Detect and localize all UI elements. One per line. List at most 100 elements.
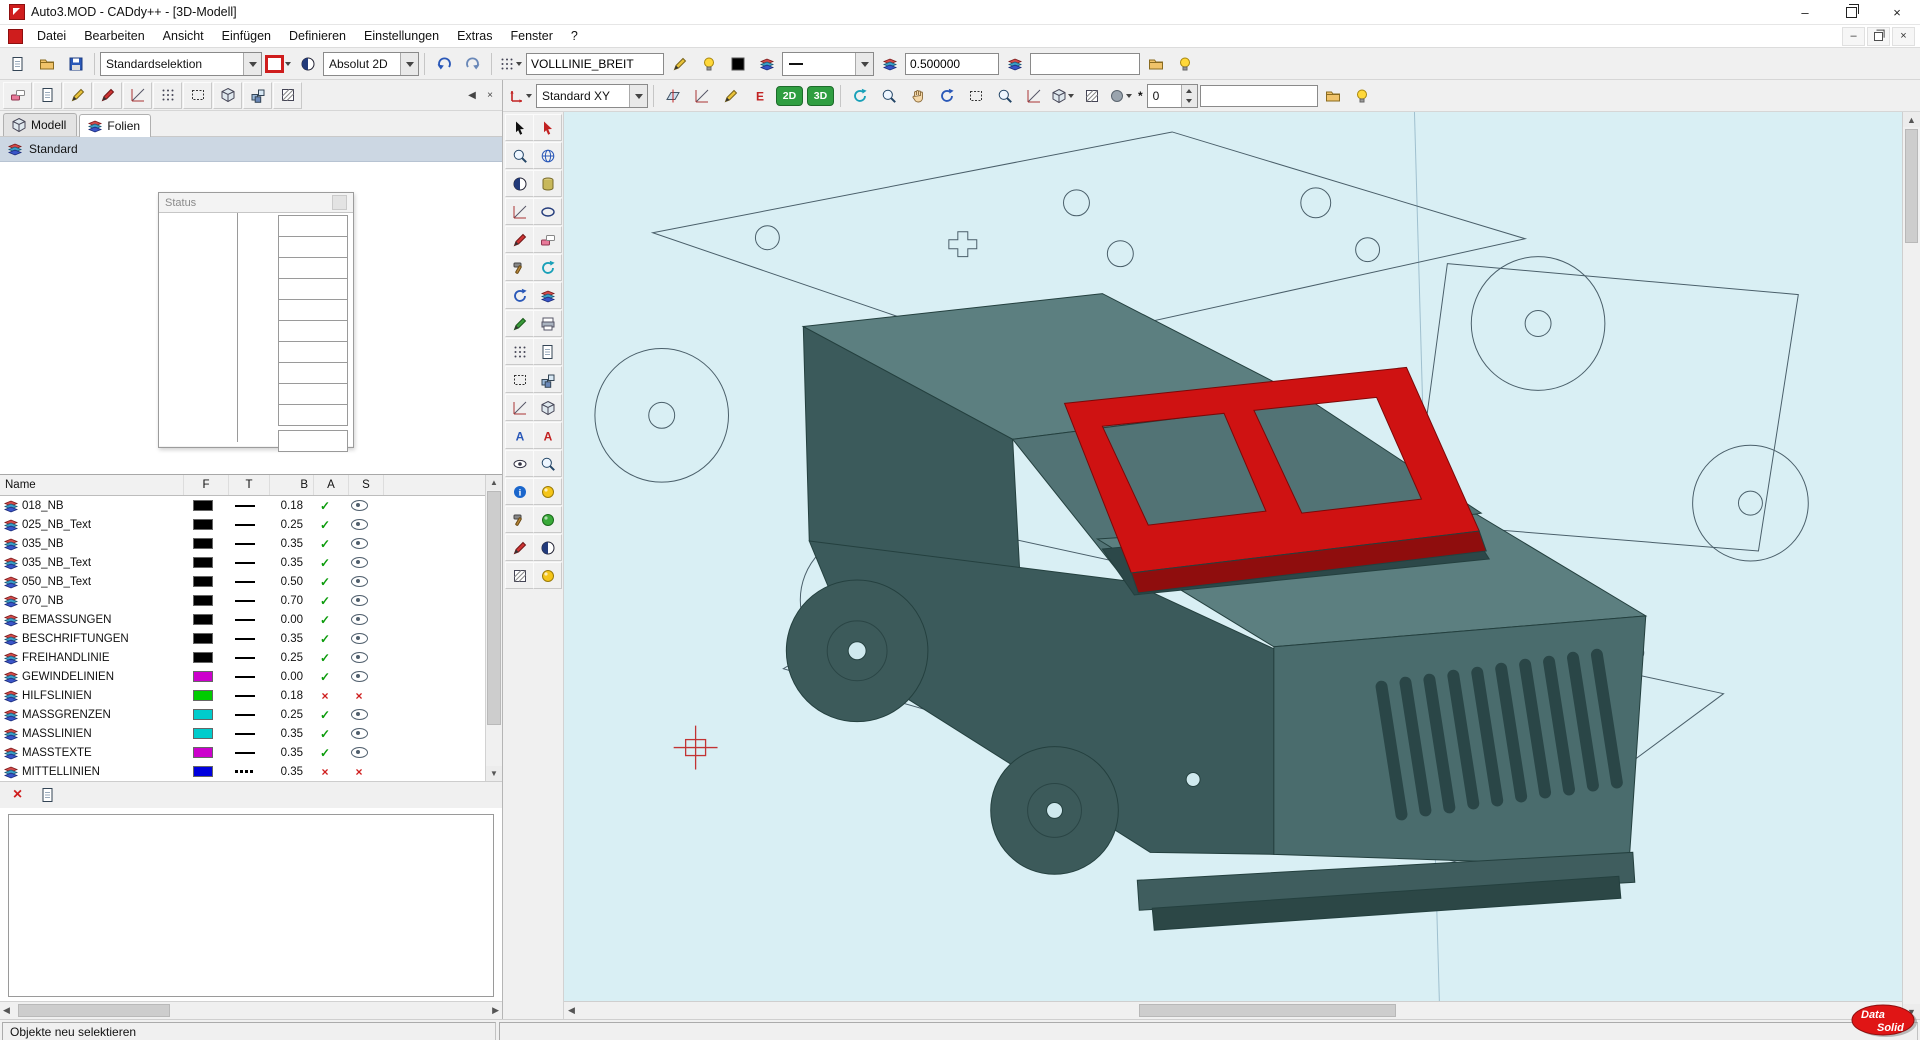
window-select-tool-icon[interactable] (505, 366, 534, 393)
layer-color-swatch[interactable] (193, 671, 213, 682)
scrollbar-thumb[interactable] (1905, 129, 1918, 243)
layer-active-check[interactable]: ✓ (320, 670, 330, 684)
menu-datei[interactable]: Datei (28, 27, 75, 45)
tab-modell[interactable]: Modell (3, 113, 77, 136)
layer-active-cross[interactable]: × (321, 765, 328, 779)
selection-mode-dropdown[interactable]: Standardselektion (100, 52, 262, 76)
browser-button[interactable] (1320, 83, 1347, 109)
assembly-tool-icon[interactable] (533, 394, 562, 421)
menu-extras[interactable]: Extras (448, 27, 501, 45)
extra-field[interactable] (1030, 53, 1140, 75)
layer-linetype[interactable] (235, 733, 255, 735)
column-header-color[interactable]: F (184, 475, 229, 495)
layer-row[interactable]: 025_NB_Text0.25✓ (0, 515, 502, 534)
scroll-down-icon[interactable]: ▼ (486, 766, 502, 781)
notes-box[interactable] (8, 814, 494, 997)
layer-color-swatch[interactable] (193, 690, 213, 701)
pattern-dropdown[interactable] (497, 51, 524, 77)
freehand-tool-icon[interactable] (505, 310, 534, 337)
restore-button[interactable] (1828, 0, 1874, 24)
render-mode-dropdown[interactable] (1107, 83, 1134, 109)
layer-visible-eye-icon[interactable] (351, 633, 368, 644)
hatch-button[interactable] (1078, 83, 1105, 109)
layer-active-check[interactable]: ✓ (320, 632, 330, 646)
measure-button[interactable] (1020, 83, 1047, 109)
zoom-detail-tool-icon[interactable] (533, 450, 562, 477)
ucs-dropdown[interactable] (507, 83, 534, 109)
linestyle-dropdown[interactable] (782, 52, 874, 76)
layer-active-check[interactable]: ✓ (320, 746, 330, 760)
model-canvas[interactable] (564, 112, 1902, 1002)
layer-color-swatch[interactable] (193, 747, 213, 758)
layer-color-swatch[interactable] (193, 538, 213, 549)
layer-visible-eye-icon[interactable] (351, 709, 368, 720)
layer-visible-eye-icon[interactable] (351, 519, 368, 530)
scrollbar-thumb[interactable] (487, 491, 501, 725)
layer-row[interactable]: MASSTEXTE0.35✓ (0, 743, 502, 762)
layer-hidden-cross[interactable]: × (355, 689, 362, 703)
layer-active-check[interactable]: ✓ (320, 537, 330, 551)
snap-icon[interactable] (153, 82, 182, 109)
layer-color-swatch[interactable] (193, 728, 213, 739)
align-button[interactable] (688, 83, 715, 109)
linestyle-layers-button[interactable] (876, 51, 903, 77)
draw-icon[interactable] (63, 82, 92, 109)
linetype-pen-button[interactable] (666, 51, 693, 77)
eraser-icon[interactable] (3, 82, 32, 109)
mode-3d-button[interactable]: 3D (807, 86, 834, 106)
color-swatch-button[interactable] (724, 51, 751, 77)
layer-visible-eye-icon[interactable] (351, 728, 368, 739)
layer-visible-eye-icon[interactable] (351, 576, 368, 587)
column-header-width[interactable]: B (270, 475, 314, 495)
layer-active-check[interactable]: ✓ (320, 651, 330, 665)
layer-active-check[interactable]: ✓ (320, 594, 330, 608)
layer-hidden-cross[interactable]: × (355, 765, 362, 779)
linetype-light-button[interactable] (695, 51, 722, 77)
column-header-active[interactable]: A (314, 475, 349, 495)
layer-visible-eye-icon[interactable] (351, 652, 368, 663)
close-button[interactable]: × (1874, 0, 1920, 24)
redline-tool-icon[interactable] (505, 534, 534, 561)
layer-row[interactable]: BEMASSUNGEN0.00✓ (0, 610, 502, 629)
zoom-tool-icon[interactable] (505, 142, 534, 169)
layer-active-check[interactable]: ✓ (320, 556, 330, 570)
column-header-visible[interactable]: S (349, 475, 384, 495)
solid-tool-icon[interactable] (533, 366, 562, 393)
layer-row[interactable]: MITTELLINIEN0.35×× (0, 762, 502, 781)
angle-spinner[interactable]: 0 (1147, 84, 1198, 108)
layers-tool-icon[interactable] (533, 282, 562, 309)
eraser-tool-icon[interactable] (533, 226, 562, 253)
open-file-button[interactable] (33, 51, 60, 77)
menu-ansicht[interactable]: Ansicht (154, 27, 213, 45)
menu-definieren[interactable]: Definieren (280, 27, 355, 45)
layer-row[interactable]: MASSGRENZEN0.25✓ (0, 705, 502, 724)
menu-einfgen[interactable]: Einfügen (213, 27, 280, 45)
viewport[interactable]: ◀ ▶ (564, 112, 1902, 1019)
globe-tool-icon[interactable] (533, 142, 562, 169)
mdi-restore-button[interactable] (1867, 27, 1890, 46)
text-tool-icon[interactable]: A (505, 422, 534, 449)
layer-active-check[interactable]: ✓ (320, 499, 330, 513)
light-button[interactable] (1349, 83, 1376, 109)
scrollbar-thumb[interactable] (18, 1004, 170, 1017)
sketch-tool-icon[interactable] (505, 226, 534, 253)
shade-mode-button[interactable] (294, 51, 321, 77)
tab-folien[interactable]: Folien (79, 114, 151, 137)
spinner-up-icon[interactable] (1182, 85, 1197, 96)
pen-icon[interactable] (93, 82, 122, 109)
redraw-button[interactable] (846, 83, 873, 109)
material-tool-icon[interactable] (533, 562, 562, 589)
layer-linetype[interactable] (235, 619, 255, 621)
status-dialog-close-icon[interactable] (332, 195, 347, 210)
scroll-up-icon[interactable]: ▲ (486, 475, 502, 490)
cylinder-tool-icon[interactable] (533, 170, 562, 197)
layer-visible-eye-icon[interactable] (351, 595, 368, 606)
view-orientation-dropdown[interactable] (1049, 83, 1076, 109)
column-header-name[interactable]: Name (0, 475, 184, 495)
panel-close-button[interactable]: × (481, 86, 499, 104)
text-red-tool-icon[interactable]: A (533, 422, 562, 449)
layer-visible-eye-icon[interactable] (351, 671, 368, 682)
line-width-field[interactable] (905, 53, 999, 75)
layer-color-swatch[interactable] (193, 595, 213, 606)
undo-button[interactable] (430, 51, 457, 77)
